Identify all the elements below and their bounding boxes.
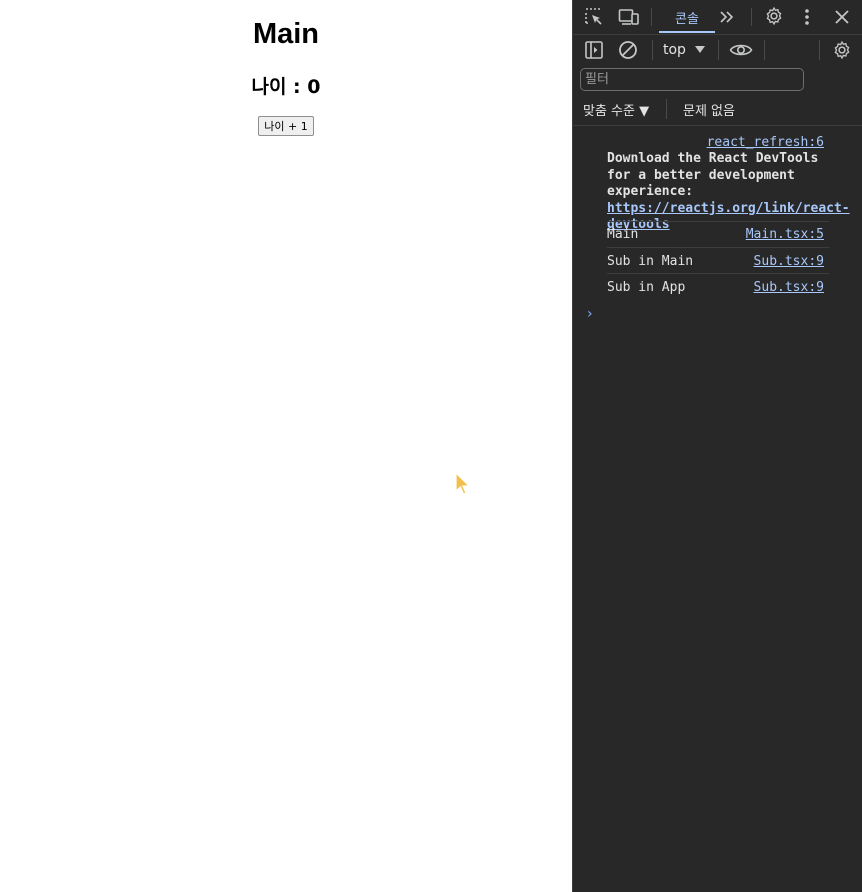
increment-age-button[interactable]: 나이 + 1 — [258, 116, 314, 136]
devtools-panel: 콘솔 top 필터 맞춤 수준 ▼ 문제 없음 react_refresh:6 … — [572, 0, 862, 892]
message-source-link[interactable]: Main.tsx:5 — [746, 227, 824, 242]
age-display: 나이 : 0 — [251, 76, 321, 98]
message-text: Sub in Main — [607, 254, 694, 269]
console-toolbar: top — [573, 34, 862, 66]
message-source-link[interactable]: Sub.tsx:9 — [754, 280, 824, 295]
execution-context-select[interactable]: top — [663, 42, 686, 58]
inspect-element-icon[interactable] — [584, 7, 604, 27]
message-source-link[interactable]: react_refresh:6 — [707, 135, 824, 150]
page-title: Main — [252, 18, 320, 50]
toolbar-divider — [666, 99, 667, 119]
toolbar-divider — [718, 40, 719, 60]
toolbar-divider — [652, 40, 653, 60]
console-levels-row: 맞춤 수준 ▼ 문제 없음 — [573, 94, 862, 126]
issues-counter[interactable]: 문제 없음 — [683, 100, 735, 119]
toolbar-divider — [764, 40, 765, 60]
tab-console-label: 콘솔 — [675, 12, 699, 27]
toolbar-divider — [751, 8, 752, 26]
devtools-tabbar: 콘솔 — [573, 0, 862, 35]
more-tabs-icon[interactable] — [718, 9, 736, 25]
console-filter-input[interactable] — [580, 68, 804, 91]
context-dropdown-icon[interactable] — [695, 46, 705, 54]
toolbar-divider — [651, 8, 652, 26]
message-text: Download the React DevTools for a better… — [607, 151, 819, 199]
tab-console[interactable]: 콘솔 — [659, 0, 715, 33]
sidebar-toggle-icon[interactable] — [584, 40, 604, 60]
row-divider — [607, 273, 829, 274]
row-divider — [607, 247, 829, 248]
log-levels-dropdown[interactable]: 맞춤 수준 ▼ — [583, 100, 649, 119]
message-text: Sub in App — [607, 280, 686, 295]
message-source-link[interactable]: Sub.tsx:9 — [754, 254, 824, 269]
message-text: Main — [607, 227, 639, 242]
device-toolbar-icon[interactable] — [618, 7, 640, 27]
toolbar-divider — [819, 40, 820, 60]
active-tab-indicator — [659, 31, 715, 33]
kebab-menu-icon[interactable] — [803, 7, 811, 27]
clear-console-icon[interactable] — [618, 40, 638, 60]
mouse-cursor-icon — [455, 472, 471, 495]
close-icon[interactable] — [834, 9, 850, 25]
live-expression-eye-icon[interactable] — [729, 42, 753, 58]
console-prompt[interactable]: › — [587, 306, 593, 322]
web-page: Main 나이 : 0 나이 + 1 — [0, 0, 572, 892]
row-divider — [607, 221, 829, 222]
console-settings-icon[interactable] — [832, 40, 852, 60]
settings-icon[interactable] — [764, 6, 784, 26]
